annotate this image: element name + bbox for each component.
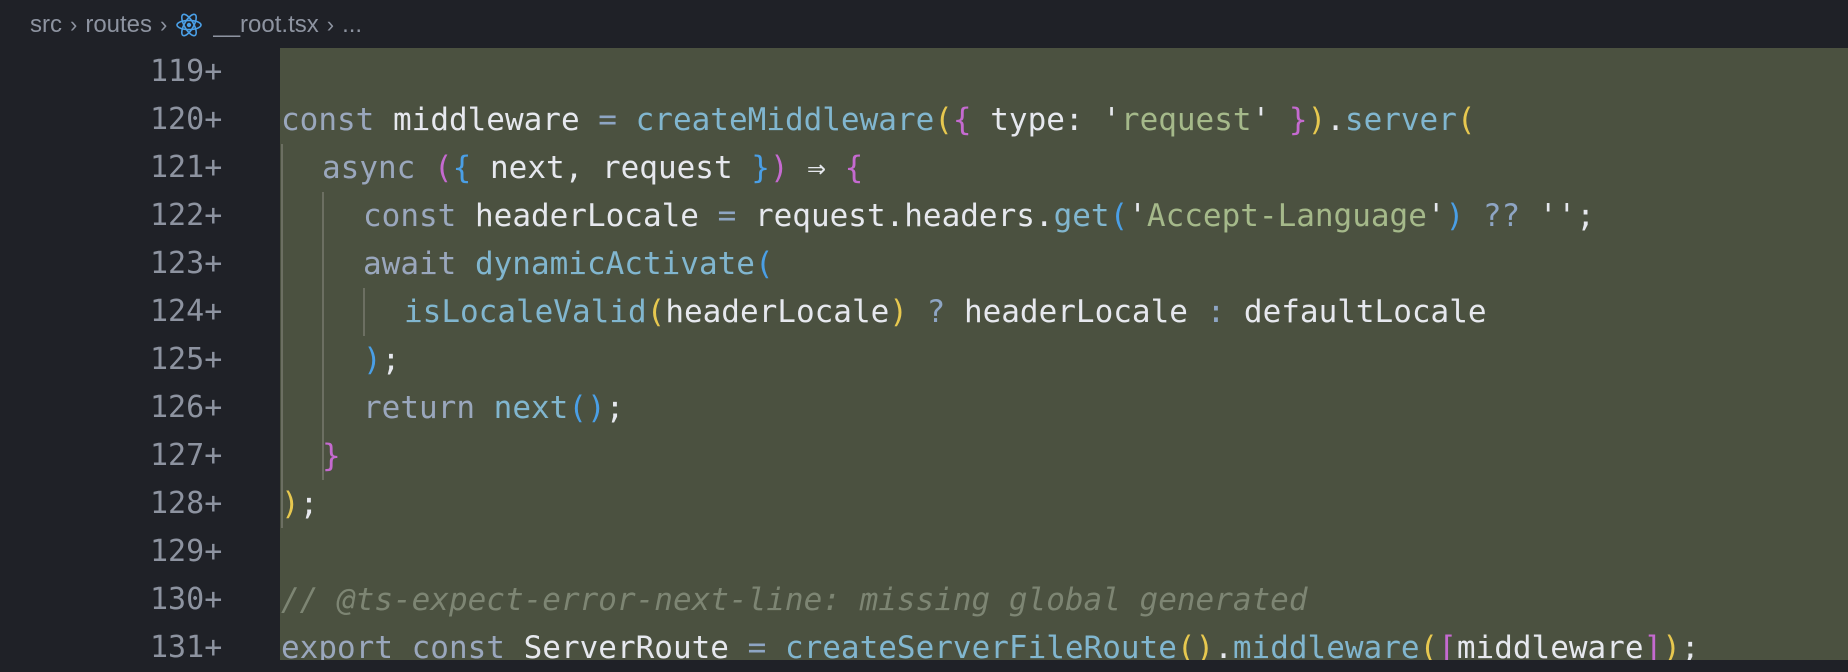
chevron-right-icon: › bbox=[326, 12, 335, 37]
code-text: const headerLocale = request.headers.get… bbox=[363, 198, 1595, 234]
line-number: 119+ bbox=[150, 54, 223, 89]
code-text: return next(); bbox=[363, 390, 625, 426]
code-line[interactable]: 119+ bbox=[0, 48, 1848, 96]
chevron-right-icon: › bbox=[160, 12, 168, 37]
code-line[interactable]: 121+ async ({ next, request }) ⇒ { bbox=[0, 144, 1848, 192]
chevron-right-icon: › bbox=[70, 12, 78, 37]
code-line[interactable]: 128+ ); bbox=[0, 480, 1848, 528]
line-number: 124+ bbox=[150, 294, 223, 329]
code-editor[interactable]: 119+ 120+ const middleware = createMiddl… bbox=[0, 48, 1848, 666]
react-icon bbox=[176, 13, 203, 37]
line-number: 120+ bbox=[150, 102, 223, 137]
code-line[interactable]: 125+ ); bbox=[0, 336, 1848, 384]
editor-bottom-edge bbox=[0, 660, 1848, 666]
code-line[interactable]: 124+ isLocaleValid(headerLocale) ? heade… bbox=[0, 288, 1848, 336]
code-comment: // @ts-expect-error-next-line: missing g… bbox=[281, 582, 1308, 618]
code-text: } bbox=[322, 438, 341, 474]
line-number: 123+ bbox=[150, 246, 223, 281]
breadcrumb-item-more[interactable]: ... bbox=[342, 11, 362, 39]
breadcrumb-item-file[interactable]: __root.tsx bbox=[213, 11, 318, 39]
code-line[interactable]: 122+ const headerLocale = request.header… bbox=[0, 192, 1848, 240]
line-number: 125+ bbox=[150, 342, 223, 377]
line-number: 126+ bbox=[150, 390, 223, 425]
line-number: 128+ bbox=[150, 486, 223, 521]
line-number: 130+ bbox=[150, 582, 223, 617]
code-text: ); bbox=[281, 486, 319, 522]
code-line[interactable]: 120+ const middleware = createMiddleware… bbox=[0, 96, 1848, 144]
code-line[interactable]: 126+ return next(); bbox=[0, 384, 1848, 432]
code-line[interactable]: 127+ } bbox=[0, 432, 1848, 480]
line-number: 122+ bbox=[150, 198, 223, 233]
line-number: 121+ bbox=[150, 150, 223, 185]
code-text: isLocaleValid(headerLocale) ? headerLoca… bbox=[404, 294, 1487, 330]
breadcrumb-item-src[interactable]: src bbox=[30, 11, 62, 39]
code-text: await dynamicActivate( bbox=[363, 246, 774, 282]
code-text: ); bbox=[363, 342, 401, 378]
code-line[interactable]: 129+ bbox=[0, 528, 1848, 576]
code-line[interactable]: 130+ // @ts-expect-error-next-line: miss… bbox=[0, 576, 1848, 624]
line-number: 127+ bbox=[150, 438, 223, 473]
code-text: async ({ next, request }) ⇒ { bbox=[322, 150, 864, 186]
breadcrumb-item-routes[interactable]: routes bbox=[85, 11, 152, 39]
breadcrumb: src › routes › __root.tsx › ... bbox=[0, 0, 1848, 50]
line-number: 129+ bbox=[150, 534, 223, 569]
code-text: const middleware = createMiddleware({ ty… bbox=[281, 102, 1476, 138]
code-line[interactable]: 123+ await dynamicActivate( bbox=[0, 240, 1848, 288]
